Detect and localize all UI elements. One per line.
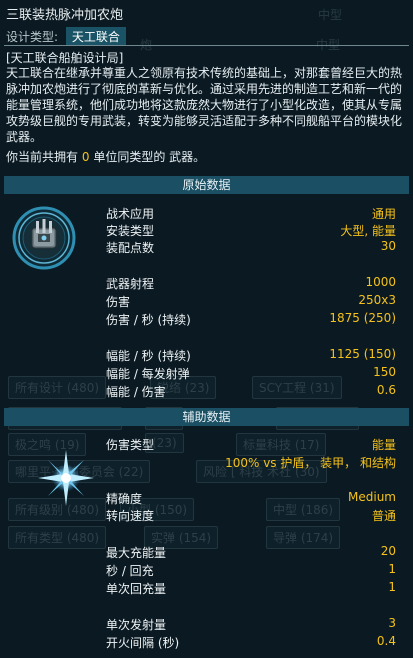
ownership-count: 0 xyxy=(81,150,90,164)
stat-value: 30 xyxy=(380,239,396,253)
stat-label: 单次发射量 xyxy=(106,618,167,632)
description-body: 天工联合在继承并尊重人之领原有技术传统的基础上，对那套曾经巨大的热脉冲加农炮进行… xyxy=(6,66,403,144)
stat-label: 幅能 / 秒 (持续) xyxy=(106,349,191,363)
stat-row-max-charges: 最大充能量 20 xyxy=(106,544,396,560)
ownership-prefix: 你当前共拥有 xyxy=(6,150,79,164)
stat-row-flux-per-shot: 幅能 / 每发射弹 150 xyxy=(106,365,396,381)
bg-filter-all-designs[interactable]: 所有设计 (480) xyxy=(8,376,107,399)
section-primary-header: 原始数据 xyxy=(4,176,409,194)
stat-label: 安装类型 xyxy=(106,224,155,238)
stat-value: 20 xyxy=(380,544,396,558)
stat-label: 单次回充量 xyxy=(106,582,167,596)
stat-label: 战术应用 xyxy=(106,207,155,221)
stat-row-damage: 伤害 250x3 xyxy=(106,293,396,309)
damage-effectiveness-note: 100% vs 护盾， 装甲， 和结构 xyxy=(225,456,396,470)
stat-row-seconds-per-recharge: 秒 / 回充 1 xyxy=(106,562,396,578)
stat-row-damage-note: 100% vs 护盾， 装甲， 和结构 xyxy=(106,454,396,470)
stat-row-refire-delay: 开火间隔 (秒) 0.4 xyxy=(106,634,396,650)
stat-row-dps: 伤害 / 秒 (持续) 1875 (250) xyxy=(106,311,396,327)
stat-value: 3 xyxy=(388,616,396,630)
stat-label: 开火间隔 (秒) xyxy=(106,636,180,650)
stat-row-tactical-role: 战术应用 通用 xyxy=(106,205,396,221)
stat-value: Medium xyxy=(348,490,396,504)
stat-row-burst-size: 单次发射量 3 xyxy=(106,616,396,632)
stat-label: 最大充能量 xyxy=(106,546,167,560)
stat-value: 1000 xyxy=(365,275,396,289)
stat-label: 转向速度 xyxy=(106,509,155,523)
stat-label: 伤害类型 xyxy=(106,438,155,452)
weapon-title: 三联装热脉冲加农炮 xyxy=(6,8,124,23)
ownership-suffix: 单位同类型的 武器。 xyxy=(93,150,206,164)
design-type-label: 设计类型: xyxy=(6,30,59,44)
description-title: [天工联合船舶设计局] xyxy=(6,51,124,65)
stat-row-mount-type: 安装类型 大型, 能量 xyxy=(106,222,396,238)
stat-row-accuracy: 精确度 Medium xyxy=(106,490,396,506)
stat-row-flux-per-second: 幅能 / 秒 (持续) 1125 (150) xyxy=(106,347,396,363)
stat-row-flux-per-damage: 幅能 / 伤害 0.6 xyxy=(106,383,396,399)
stat-row-range: 武器射程 1000 xyxy=(106,275,396,291)
stat-label: 装配点数 xyxy=(106,241,155,255)
stat-label: 精确度 xyxy=(106,492,143,506)
stat-value: 通用 xyxy=(371,207,396,221)
stat-value: 1875 (250) xyxy=(329,311,396,325)
stat-value: 1 xyxy=(388,562,396,576)
stat-label: 武器射程 xyxy=(106,277,155,291)
bg-medium-label-1: 中型 xyxy=(318,8,343,22)
stat-value: 250x3 xyxy=(358,293,396,307)
bg-filter-type-all[interactable]: 所有类型 (480) xyxy=(8,526,107,549)
design-type-value: 天工联合 xyxy=(65,27,126,46)
stat-row-damage-type: 伤害类型 能量 xyxy=(106,436,396,452)
stat-label: 幅能 / 每发射弹 xyxy=(106,367,190,381)
ownership-line: 你当前共拥有 0 单位同类型的 武器。 xyxy=(6,148,205,165)
stat-row-ordnance-points: 装配点数 30 xyxy=(106,239,396,255)
triple-cannon-icon xyxy=(12,206,76,270)
stat-label: 秒 / 回充 xyxy=(106,564,154,578)
stat-value: 0.4 xyxy=(376,634,396,648)
header-divider xyxy=(4,45,409,46)
stat-value: 150 xyxy=(373,365,396,379)
stat-value: 1125 (150) xyxy=(329,347,396,361)
stat-row-turn-rate: 转向速度 普通 xyxy=(106,507,396,523)
stat-row-recharge-amount: 单次回充量 1 xyxy=(106,580,396,596)
stat-value: 普通 xyxy=(371,509,396,523)
stat-label: 幅能 / 伤害 xyxy=(106,385,166,399)
design-type: 设计类型: 天工联合 xyxy=(6,27,126,46)
stat-value: 大型, 能量 xyxy=(340,224,396,238)
section-auxiliary-header: 辅助数据 xyxy=(4,408,409,426)
stat-value: 能量 xyxy=(371,438,396,452)
stat-label: 伤害 xyxy=(106,295,131,309)
stat-label: 伤害 / 秒 (持续) xyxy=(106,313,191,327)
stat-value: 1 xyxy=(388,580,396,594)
stat-value: 0.6 xyxy=(376,383,396,397)
energy-burst-icon xyxy=(38,450,94,506)
